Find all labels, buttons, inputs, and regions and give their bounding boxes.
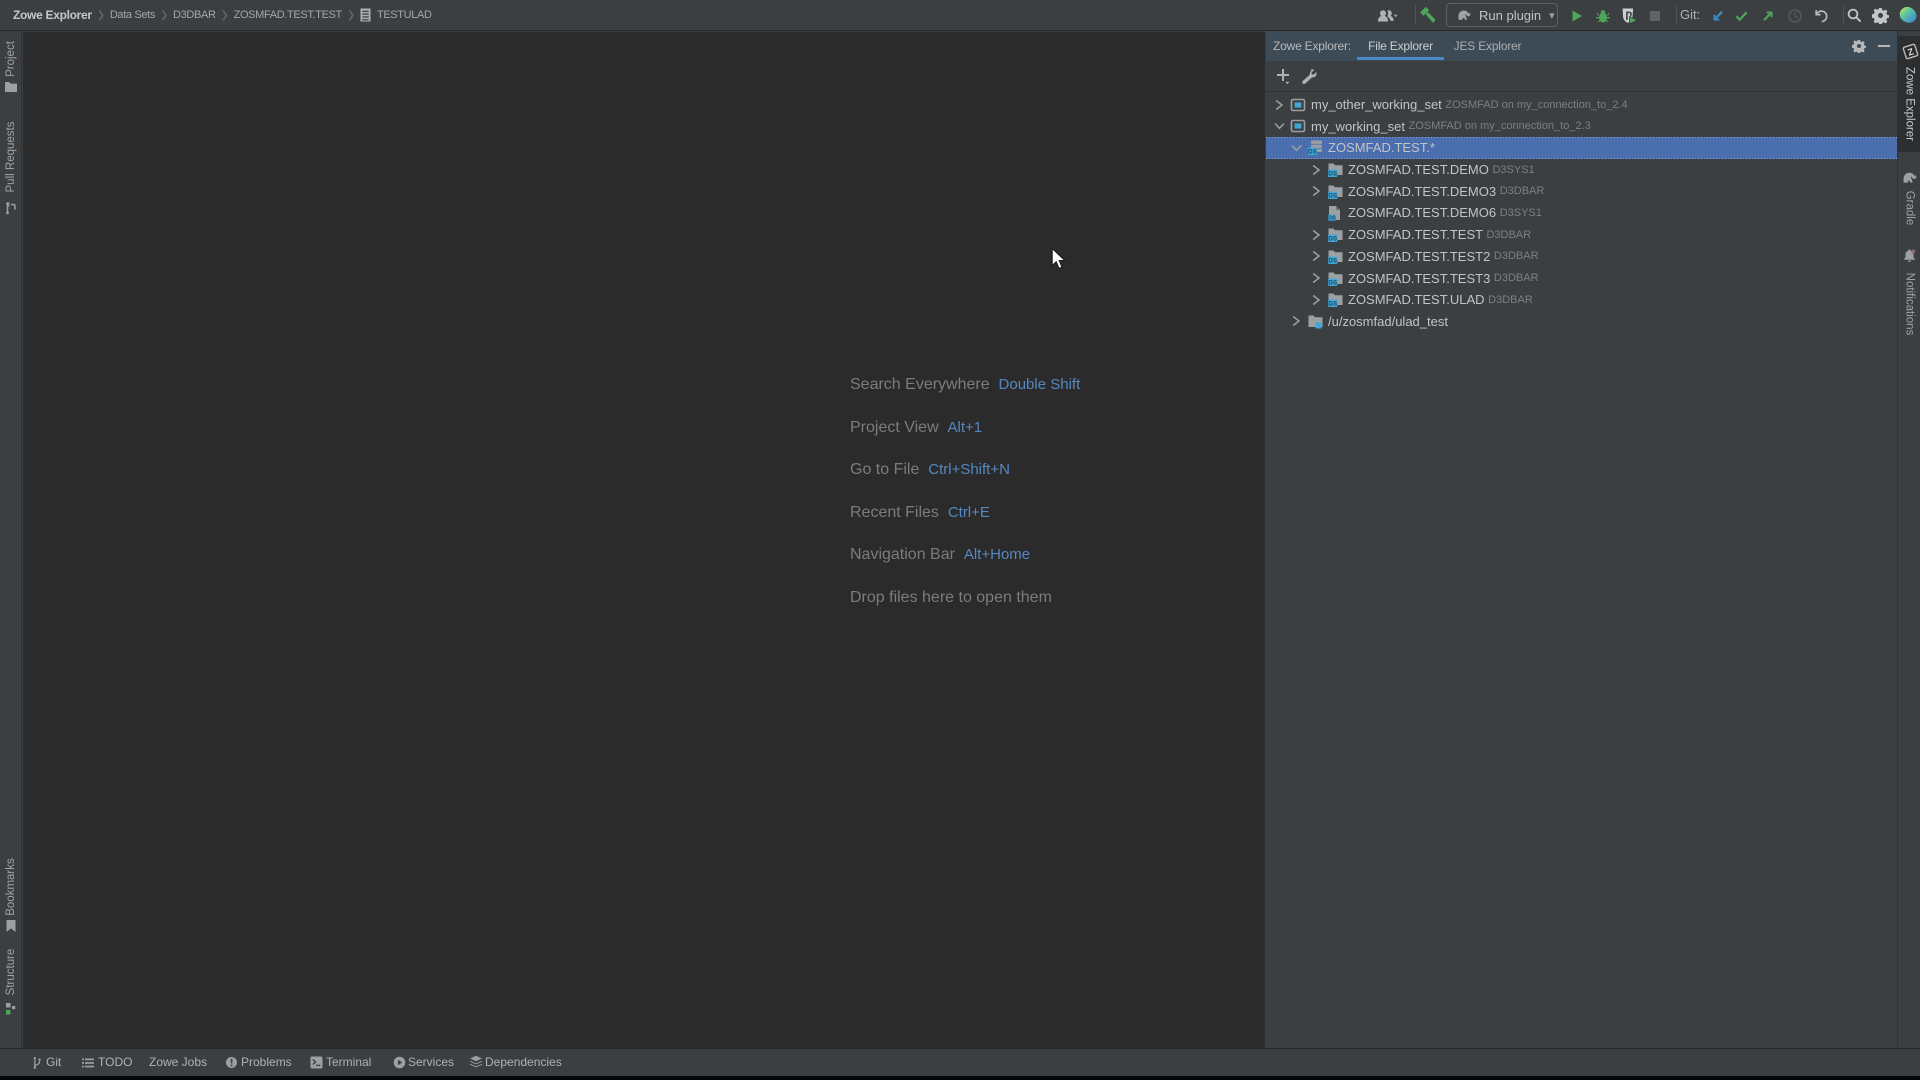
svg-text:DS: DS xyxy=(1328,236,1338,243)
svg-text:DS: DS xyxy=(1328,257,1338,264)
svg-text:DS: DS xyxy=(1328,192,1338,199)
svg-text:DS: DS xyxy=(1308,149,1318,156)
svg-text:DS: DS xyxy=(1328,215,1336,221)
svg-text:DS: DS xyxy=(1328,279,1338,286)
svg-text:DS: DS xyxy=(1328,301,1338,308)
svg-text:DS: DS xyxy=(1328,171,1338,178)
